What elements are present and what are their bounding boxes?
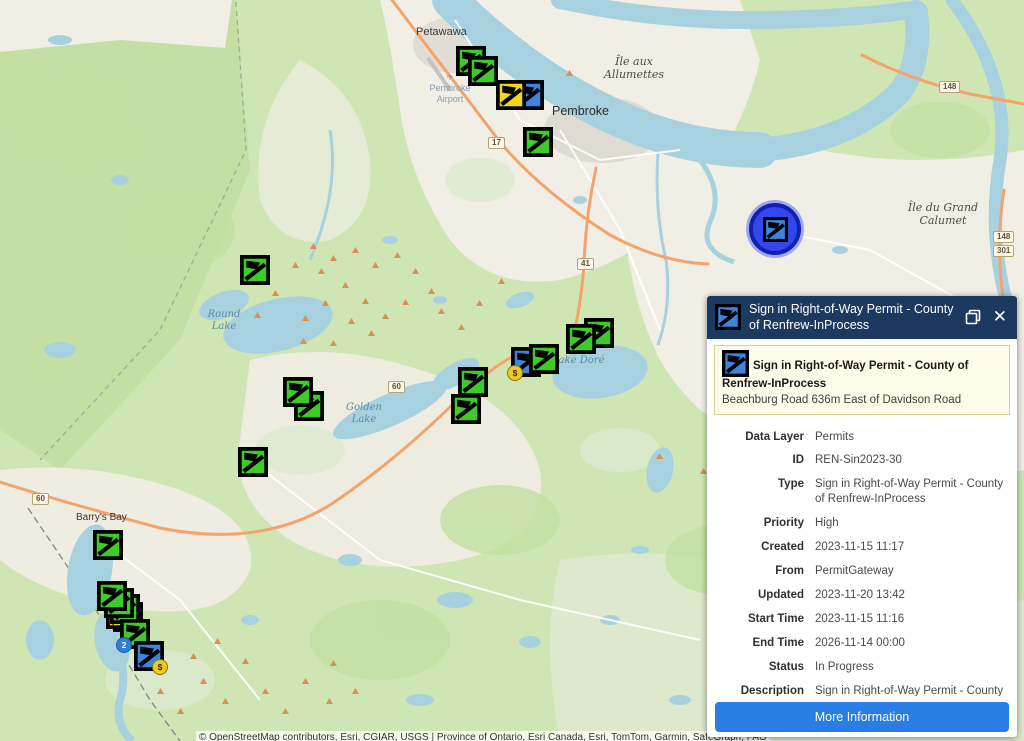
map-marker[interactable] (240, 255, 270, 285)
field-row: IDREN-Sin2023-30 (709, 453, 1009, 468)
field-row: TypeSign in Right-of-Way Permit - County… (709, 477, 1009, 507)
map-marker[interactable] (566, 324, 596, 354)
field-label: Updated (709, 588, 815, 603)
map-marker[interactable] (496, 80, 526, 110)
copy-icon[interactable] (963, 309, 983, 325)
feature-summary: Sign in Right-of-Way Permit - County of … (714, 345, 1010, 415)
field-value: High (815, 516, 1009, 531)
field-value: 2023-11-15 11:17 (815, 540, 1009, 555)
field-value: REN-Sin2023-30 (815, 453, 1009, 468)
field-label: Start Time (709, 612, 815, 627)
feature-summary-title: Sign in Right-of-Way Permit - County of … (722, 360, 969, 390)
selection-halo[interactable] (749, 203, 801, 255)
field-label: Status (709, 660, 815, 675)
close-icon[interactable]: ✕ (991, 309, 1009, 326)
map-marker[interactable] (523, 127, 553, 157)
map-marker[interactable] (468, 56, 498, 86)
feature-info-panel: Sign in Right-of-Way Permit - County of … (707, 296, 1017, 737)
field-value: 2023-11-15 11:16 (815, 612, 1009, 627)
marker-badge: $ (152, 659, 168, 675)
field-label: From (709, 564, 815, 579)
field-row: Start Time2023-11-15 11:16 (709, 612, 1009, 627)
field-row: Updated2023-11-20 13:42 (709, 588, 1009, 603)
field-row: StatusIn Progress (709, 660, 1009, 675)
map-marker[interactable] (451, 394, 481, 424)
field-label: Priority (709, 516, 815, 531)
field-label: Type (709, 477, 815, 507)
map-marker[interactable] (238, 447, 268, 477)
field-row: End Time2026-11-14 00:00 (709, 636, 1009, 651)
map-attribution: © OpenStreetMap contributors, Esri, CGIA… (196, 731, 770, 741)
field-label: End Time (709, 636, 815, 651)
marker-badge: $ (507, 365, 523, 381)
map-marker-selected[interactable] (763, 217, 788, 242)
field-row: Created2023-11-15 11:17 (709, 540, 1009, 555)
map-marker[interactable]: $ (134, 641, 164, 671)
marker-badge: 2 (116, 637, 132, 653)
map-application: PetawawaPembroke✈ Pembroke AirportÎle au… (0, 0, 1024, 741)
field-value: PermitGateway (815, 564, 1009, 579)
field-label: Description (709, 684, 815, 696)
field-row: Data LayerPermits (709, 430, 1009, 445)
map-marker[interactable] (458, 367, 488, 397)
field-value: Sign in Right-of-Way Permit - County of … (815, 684, 1009, 696)
field-value: 2026-11-14 00:00 (815, 636, 1009, 651)
permit-sign-icon (722, 350, 749, 377)
field-label: Data Layer (709, 430, 815, 445)
field-value: Sign in Right-of-Way Permit - County of … (815, 477, 1009, 507)
map-marker[interactable] (283, 377, 313, 407)
permit-sign-icon (715, 304, 741, 330)
more-information-button[interactable]: More Information (715, 702, 1009, 732)
map-marker[interactable] (97, 581, 127, 611)
field-row: DescriptionSign in Right-of-Way Permit -… (709, 684, 1009, 696)
panel-title: Sign in Right-of-Way Permit - County of … (749, 301, 955, 334)
field-label: ID (709, 453, 815, 468)
field-value: Permits (815, 430, 1009, 445)
feature-fields: Data LayerPermitsIDREN-Sin2023-30TypeSig… (707, 417, 1017, 696)
field-value: In Progress (815, 660, 1009, 675)
field-row: FromPermitGateway (709, 564, 1009, 579)
field-label: Created (709, 540, 815, 555)
map-marker[interactable] (529, 344, 559, 374)
field-row: PriorityHigh (709, 516, 1009, 531)
panel-header: Sign in Right-of-Way Permit - County of … (707, 296, 1017, 339)
field-value: 2023-11-20 13:42 (815, 588, 1009, 603)
map-marker[interactable] (93, 530, 123, 560)
feature-summary-address: Beachburg Road 636m East of Davidson Roa… (722, 393, 1002, 409)
